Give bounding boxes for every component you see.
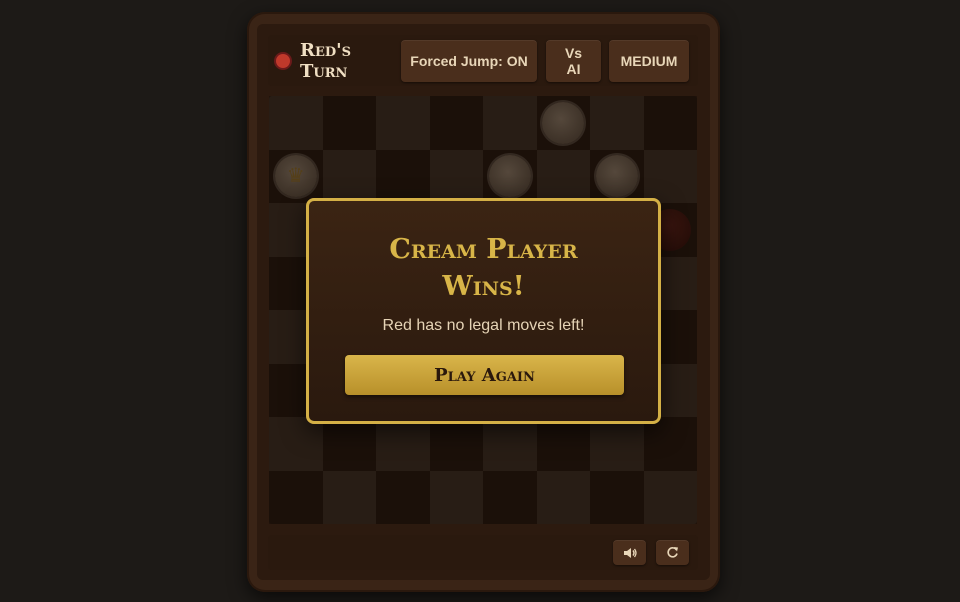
difficulty-button[interactable]: MEDIUM <box>609 40 689 82</box>
refresh-icon <box>667 547 678 558</box>
turn-indicator: Red's Turn <box>276 38 370 83</box>
restart-button[interactable] <box>656 540 689 565</box>
play-again-button[interactable]: Play Again <box>345 355 624 395</box>
turn-color-dot <box>276 53 290 68</box>
speaker-icon <box>623 547 637 558</box>
sound-button[interactable] <box>613 540 646 565</box>
forced-jump-button[interactable]: Forced Jump: ON <box>401 40 537 82</box>
winner-message: Red has no legal moves left! <box>382 317 585 334</box>
turn-label: Red's Turn <box>300 39 352 82</box>
mode-button[interactable]: Vs AI <box>546 40 601 82</box>
game-over-modal: Cream Player Wins! Red has no legal move… <box>306 198 661 424</box>
winner-title: Cream Player Wins! <box>389 234 578 302</box>
